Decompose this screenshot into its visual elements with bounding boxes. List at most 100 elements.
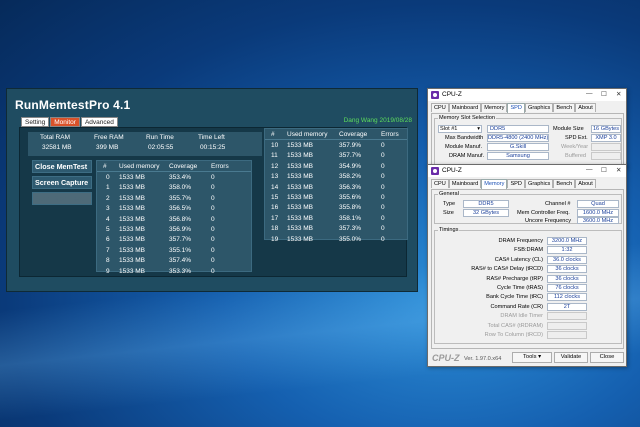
window-titlebar: CPU-Z — ☐ ✕	[428, 89, 626, 101]
start-memtest-button[interactable]: Start MemTest	[32, 192, 92, 205]
timing-label: RAS# Precharge (tRP)	[486, 275, 543, 282]
author-date: Dang Wang 2019/08/28	[343, 117, 412, 124]
tab-monitor[interactable]: Monitor	[50, 117, 80, 127]
close-icon[interactable]: ✕	[616, 90, 621, 98]
memory-type-field: DDR5	[487, 125, 549, 133]
timing-label: Total CAS# (tRDRAM)	[487, 322, 543, 329]
table-row: 4 1533 MB 356.8% 0	[97, 216, 251, 226]
table-row: 2 1533 MB 355.7% 0	[97, 195, 251, 205]
cell-errors: 0	[381, 162, 385, 170]
minimize-icon[interactable]: —	[586, 90, 593, 97]
minimize-icon[interactable]: —	[586, 166, 593, 173]
cell-errors: 0	[211, 257, 215, 265]
tab-mainboard[interactable]: Mainboard	[448, 179, 482, 188]
timing-label: CAS# Latency (CL)	[494, 256, 543, 263]
cell-used-memory: 1533 MB	[287, 183, 314, 191]
uncore-field: 3600.0 MHz	[577, 217, 619, 224]
tab-spd[interactable]: SPD	[507, 103, 525, 113]
run-time-label: Run Time	[146, 134, 174, 141]
cell-coverage: 355.1%	[169, 246, 192, 254]
cell-index: 19	[271, 235, 279, 243]
close-icon[interactable]: ✕	[616, 166, 621, 174]
tab-bench[interactable]: Bench	[553, 103, 576, 112]
timing-label: RAS# to CAS# Delay (tRCD)	[471, 266, 543, 273]
cell-used-memory: 1533 MB	[119, 215, 146, 223]
cell-used-memory: 1533 MB	[119, 174, 146, 181]
tab-about[interactable]: About	[575, 103, 596, 112]
timings-group: Timings DRAM Frequency 3200.0 MHz FSB:DRAM…	[434, 227, 622, 344]
cell-coverage: 357.7%	[339, 152, 362, 160]
table-row: 12 1533 MB 354.9% 0	[265, 163, 407, 173]
tab-mainboard[interactable]: Mainboard	[448, 103, 482, 112]
run-time-value: 02:05:55	[148, 144, 174, 151]
thread-table-left: # Used memory Coverage Errors 0 1533 MB 35…	[96, 160, 252, 275]
memory-panel: General Type DDR5 Channel # Quad Size 32…	[431, 189, 624, 349]
cell-used-memory: 1533 MB	[119, 184, 146, 192]
size-label: Size	[443, 210, 454, 216]
cell-coverage: 358.0%	[169, 184, 192, 192]
cell-errors: 0	[381, 225, 385, 233]
cell-coverage: 358.1%	[339, 214, 362, 222]
table-row: 5 1533 MB 356.9% 0	[97, 226, 251, 236]
maximize-icon[interactable]: ☐	[601, 166, 607, 174]
tab-bar: Setting Monitor Advanced	[21, 117, 119, 127]
tab-about[interactable]: About	[575, 179, 596, 188]
cell-errors: 0	[211, 226, 215, 233]
cell-errors: 0	[211, 215, 215, 223]
cell-errors: 0	[211, 174, 215, 181]
cell-coverage: 355.6%	[339, 194, 362, 201]
cell-used-memory: 1533 MB	[287, 235, 314, 243]
cell-coverage: 357.4%	[169, 257, 192, 265]
col-used-memory: Used memory	[119, 163, 160, 170]
timing-value	[547, 312, 587, 321]
cell-errors: 0	[211, 194, 215, 202]
dram-manuf-field: Samsung	[487, 152, 549, 160]
cell-index: 13	[271, 173, 279, 181]
close-memtest-button[interactable]: Close MemTest	[32, 160, 92, 173]
app-title: RunMemtestPro 4.1	[15, 98, 131, 112]
slot-select[interactable]: Slot #1 ▾	[438, 125, 482, 133]
tab-bench[interactable]: Bench	[553, 179, 576, 188]
tab-memory[interactable]: Memory	[481, 103, 508, 112]
cell-coverage: 356.8%	[169, 215, 192, 223]
close-button[interactable]: Close	[590, 352, 624, 363]
cpuz-brand: CPU-Z	[432, 353, 460, 363]
cell-errors: 0	[381, 235, 385, 243]
validate-button[interactable]: Validate	[554, 352, 588, 363]
week-year-field	[591, 143, 621, 151]
cell-used-memory: 1533 MB	[119, 257, 146, 265]
tab-setting[interactable]: Setting	[21, 117, 50, 127]
table-row: 19 1533 MB 355.0% 0	[265, 236, 407, 246]
tab-advanced[interactable]: Advanced	[80, 117, 118, 127]
table-row: 3 1533 MB 356.5% 0	[97, 205, 251, 215]
cpuz-logo-icon	[431, 91, 439, 99]
table-row: 17 1533 MB 358.1% 0	[265, 215, 407, 225]
col-errors: Errors	[211, 163, 229, 170]
cell-used-memory: 1533 MB	[119, 205, 146, 213]
cell-index: 0	[106, 174, 110, 181]
timing-value: 36 clocks	[547, 274, 587, 283]
timing-value: 36.0 clocks	[547, 255, 587, 264]
cell-index: 10	[271, 142, 279, 149]
tools-button[interactable]: Tools ▾	[512, 352, 552, 363]
col-used-memory: Used memory	[287, 131, 328, 138]
tab-cpu[interactable]: CPU	[431, 103, 449, 112]
tab-spd[interactable]: SPD	[507, 179, 525, 188]
max-bandwidth-field: DDR5-4800 (2400 MHz)	[487, 134, 549, 142]
cell-index: 8	[106, 257, 110, 265]
maximize-icon[interactable]: ☐	[601, 90, 607, 98]
cell-coverage: 357.3%	[339, 225, 362, 233]
cell-errors: 0	[381, 183, 385, 191]
cell-coverage: 353.3%	[169, 267, 192, 275]
cpuz-memory-window: CPU-Z — ☐ ✕ CPU Mainboard Memory SPD Gra…	[427, 164, 627, 367]
tab-memory[interactable]: Memory	[481, 179, 508, 189]
table-row: 13 1533 MB 358.2% 0	[265, 173, 407, 183]
cell-errors: 0	[381, 173, 385, 181]
monitor-panel: Total RAM Free RAM Run Time Time Left 32…	[19, 127, 408, 277]
tab-cpu[interactable]: CPU	[431, 179, 449, 188]
tab-graphics[interactable]: Graphics	[524, 179, 554, 188]
tab-graphics[interactable]: Graphics	[524, 103, 554, 112]
timing-value	[547, 331, 587, 339]
screen-capture-button[interactable]: Screen Capture	[32, 176, 92, 189]
cell-index: 17	[271, 214, 279, 222]
